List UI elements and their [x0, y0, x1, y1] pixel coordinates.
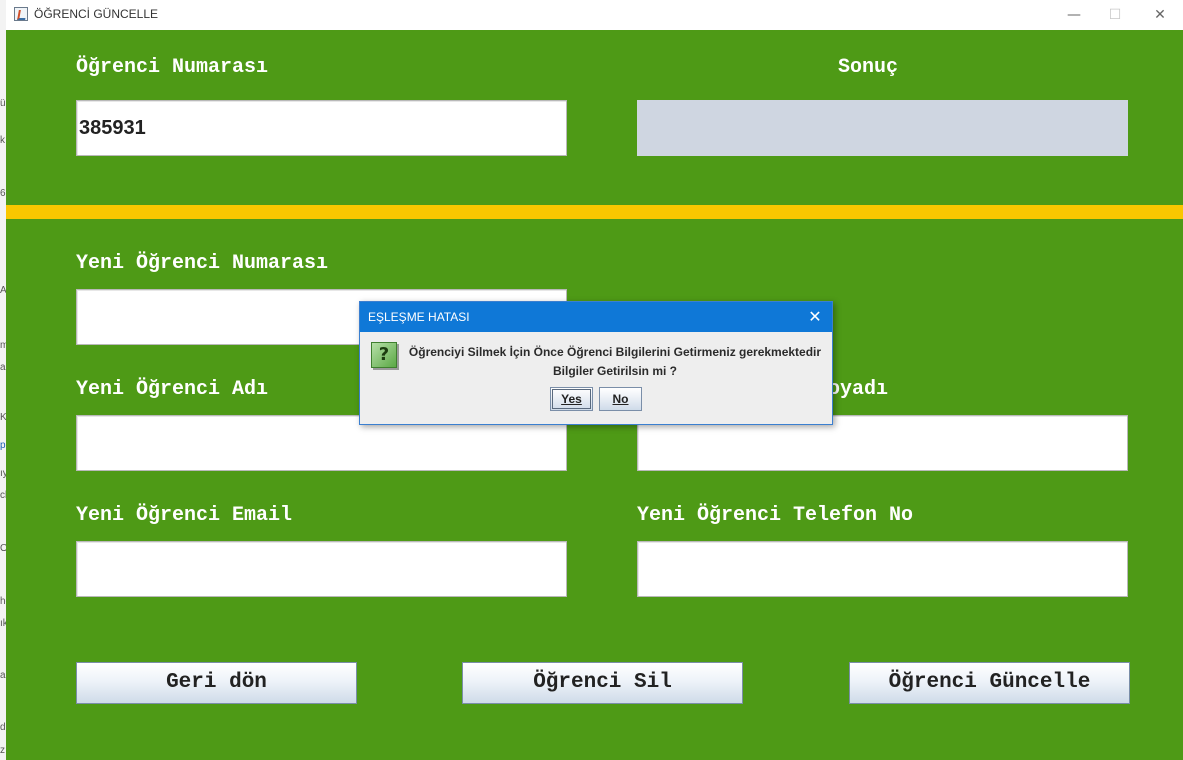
update-student-button[interactable]: Öğrenci Güncelle	[849, 662, 1130, 704]
bg-fragment: p	[0, 440, 6, 451]
close-icon[interactable]: ✕	[1149, 4, 1171, 26]
dialog-title: EŞLEŞME HATASI	[368, 310, 470, 324]
section-divider	[6, 205, 1183, 219]
yes-button[interactable]: Yes	[550, 387, 593, 411]
dialog-close-icon[interactable]: ✕	[804, 306, 826, 328]
new-number-label: Yeni Öğrenci Numarası	[76, 252, 329, 275]
bg-fragment: a	[0, 670, 6, 681]
new-phone-label: Yeni Öğrenci Telefon No	[637, 504, 914, 527]
dialog-message-line2: Bilgiler Getirilsin mi ?	[552, 364, 678, 378]
dialog-message-line1: Öğrenciyi Silmek İçin Önce Öğrenci Bilgi…	[408, 345, 822, 359]
no-button[interactable]: No	[599, 387, 642, 411]
window-titlebar[interactable]: ÖĞRENCİ GÜNCELLE — ☐ ✕	[6, 0, 1183, 30]
new-email-label: Yeni Öğrenci Email	[76, 504, 293, 527]
result-field	[637, 100, 1128, 156]
dialog-titlebar[interactable]: EŞLEŞME HATASI ✕	[360, 302, 832, 332]
window-title: ÖĞRENCİ GÜNCELLE	[34, 7, 159, 21]
maximize-icon[interactable]: ☐	[1104, 4, 1126, 26]
confirm-dialog: EŞLEŞME HATASI ✕ ? Öğrenciyi Silmek İçin…	[359, 301, 833, 425]
delete-student-button[interactable]: Öğrenci Sil	[462, 662, 743, 704]
new-phone-field[interactable]	[637, 541, 1128, 597]
bg-fragment: 6	[0, 188, 6, 199]
student-number-label: Öğrenci Numarası	[76, 56, 269, 79]
result-label: Sonuç	[838, 56, 899, 79]
student-number-input[interactable]	[77, 101, 566, 155]
student-number-field[interactable]	[76, 100, 567, 156]
question-icon: ?	[371, 342, 397, 368]
bg-fragment: ü	[0, 98, 6, 109]
bg-fragment: d	[0, 722, 6, 733]
result-output	[638, 101, 1127, 155]
new-email-field[interactable]	[76, 541, 567, 597]
new-email-input[interactable]	[77, 542, 566, 596]
minimize-icon[interactable]: —	[1063, 4, 1085, 26]
bg-fragment: k	[0, 135, 5, 146]
java-app-icon	[14, 7, 28, 21]
bg-fragment: z	[0, 745, 5, 756]
new-name-label: Yeni Öğrenci Adı	[76, 378, 269, 401]
new-surname-label: oyadı	[828, 378, 889, 401]
back-button[interactable]: Geri dön	[76, 662, 357, 704]
new-phone-input[interactable]	[638, 542, 1127, 596]
